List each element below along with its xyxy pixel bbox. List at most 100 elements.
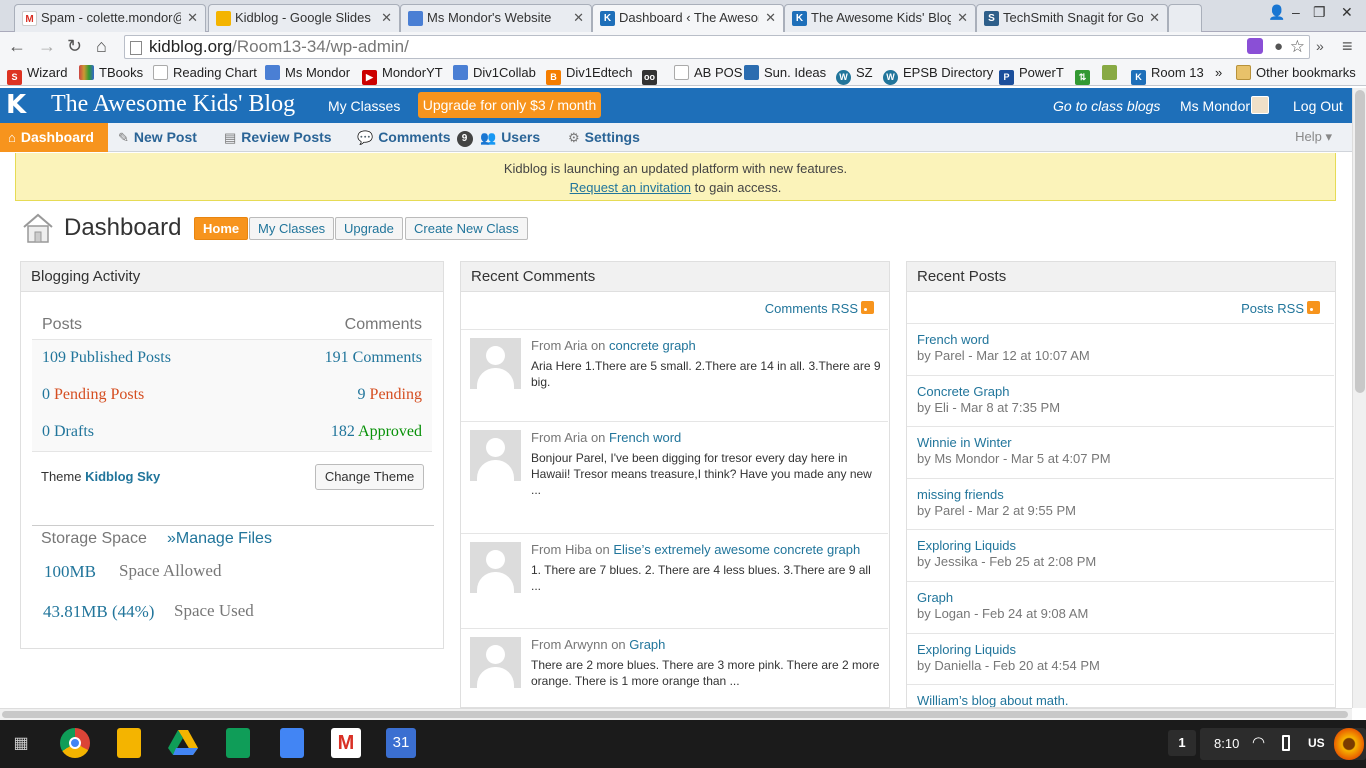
app-launcher-icon[interactable]: ▦ bbox=[10, 734, 32, 754]
nav-dashboard[interactable]: ⌂ Dashboard bbox=[0, 123, 108, 152]
slides-icon[interactable] bbox=[117, 728, 141, 758]
back-icon[interactable]: ← bbox=[8, 36, 26, 56]
address-bar[interactable]: kidblog.org/Room13-34/wp-admin/ ● ☆ bbox=[124, 35, 1310, 59]
upgrade-link-button[interactable]: Upgrade bbox=[335, 217, 403, 240]
tab-kids-blog[interactable]: K The Awesome Kids' Blog ✕ bbox=[784, 4, 976, 32]
post-title-link[interactable]: Graph bbox=[917, 590, 1324, 606]
bookmark-ms-mondor[interactable]: Ms Mondor bbox=[265, 65, 350, 81]
comment-post-link[interactable]: Graph bbox=[629, 637, 665, 652]
post-title-link[interactable]: Exploring Liquids bbox=[917, 538, 1324, 554]
kidblog-logo-icon[interactable]: K bbox=[6, 92, 30, 118]
pending-posts-link[interactable]: 0 Pending Posts bbox=[42, 386, 144, 403]
menu-icon[interactable]: ≡ bbox=[1342, 36, 1353, 56]
bookmark-reading-chart[interactable]: Reading Chart bbox=[153, 65, 257, 81]
gmail-icon[interactable]: M bbox=[331, 728, 361, 758]
docs-icon[interactable] bbox=[280, 728, 304, 758]
close-tab-icon[interactable]: ✕ bbox=[573, 5, 584, 31]
home-button[interactable]: Home bbox=[194, 217, 249, 240]
bookmark-updown[interactable]: ⇅ bbox=[1075, 65, 1095, 85]
bookmark-div1collab[interactable]: Div1Collab bbox=[453, 65, 536, 81]
nav-users[interactable]: 👥 Users bbox=[480, 123, 540, 152]
nav-settings[interactable]: ⚙ Settings bbox=[568, 123, 640, 152]
calendar-icon[interactable]: 31 bbox=[386, 728, 416, 758]
drafts-link[interactable]: 0 Drafts bbox=[42, 423, 94, 440]
logout-link[interactable]: Log Out bbox=[1293, 98, 1343, 114]
upgrade-button[interactable]: Upgrade for only $3 / month bbox=[418, 92, 601, 118]
bookmark-div1edtech[interactable]: B Div1Edtech bbox=[546, 65, 632, 85]
create-new-class-button[interactable]: Create New Class bbox=[405, 217, 528, 240]
help-dropdown[interactable]: Help ▾ bbox=[1295, 129, 1332, 145]
bookmark-room13[interactable]: K Room 13 bbox=[1131, 65, 1204, 85]
tab-google-slides[interactable]: Kidblog - Google Slides ✕ bbox=[208, 4, 400, 32]
extension-icon[interactable] bbox=[1247, 38, 1263, 54]
forward-icon[interactable]: → bbox=[38, 36, 56, 56]
minimize-icon[interactable]: – bbox=[1292, 4, 1300, 20]
go-to-class-blogs-link[interactable]: Go to class blogs bbox=[1053, 98, 1160, 114]
lightbulb-icon[interactable]: ● bbox=[1274, 36, 1283, 58]
new-tab-button[interactable] bbox=[1168, 4, 1202, 32]
scrollbar-thumb[interactable] bbox=[2, 711, 1348, 718]
bookmark-eyes[interactable]: oo bbox=[642, 65, 662, 85]
drive-icon[interactable] bbox=[168, 728, 198, 758]
reload-icon[interactable]: ↻ bbox=[67, 36, 82, 56]
bookmark-epsb[interactable]: W EPSB Directory bbox=[883, 65, 993, 85]
home-icon[interactable]: ⌂ bbox=[96, 36, 107, 56]
chrome-icon[interactable] bbox=[60, 728, 90, 758]
extensions-overflow-icon[interactable]: » bbox=[1316, 36, 1324, 56]
user-icon[interactable]: 👤 bbox=[1268, 4, 1285, 21]
close-tab-icon[interactable]: ✕ bbox=[765, 5, 776, 31]
bookmarks-overflow-button[interactable]: » bbox=[1215, 65, 1222, 81]
comment-post-link[interactable]: concrete graph bbox=[609, 338, 696, 353]
avatar[interactable] bbox=[1251, 96, 1269, 114]
bookmark-sun-ideas[interactable]: Sun. Ideas bbox=[744, 65, 826, 81]
comments-rss-link[interactable]: Comments RSS bbox=[765, 301, 874, 316]
restore-icon[interactable]: ❐ bbox=[1313, 4, 1326, 21]
post-title-link[interactable]: Concrete Graph bbox=[917, 384, 1324, 400]
nav-comments[interactable]: 💬 Comments 9 bbox=[357, 123, 473, 152]
my-classes-button[interactable]: My Classes bbox=[249, 217, 335, 240]
theme-name-link[interactable]: Kidblog Sky bbox=[85, 469, 160, 484]
close-tab-icon[interactable]: ✕ bbox=[381, 5, 392, 31]
bookmark-star-icon[interactable]: ☆ bbox=[1290, 36, 1305, 58]
close-tab-icon[interactable]: ✕ bbox=[187, 5, 198, 31]
blog-title[interactable]: The Awesome Kids' Blog bbox=[51, 91, 295, 118]
comment-post-link[interactable]: French word bbox=[609, 430, 681, 445]
posts-rss-link[interactable]: Posts RSS bbox=[1241, 301, 1320, 316]
change-theme-button[interactable]: Change Theme bbox=[315, 464, 424, 490]
bookmark-wizard[interactable]: S Wizard bbox=[7, 65, 67, 85]
pending-comments-link[interactable]: 9 Pending bbox=[358, 377, 422, 413]
tab-gmail-spam[interactable]: M Spam - colette.mondor@ ✕ bbox=[14, 4, 206, 32]
nav-review-posts[interactable]: ▤ Review Posts bbox=[224, 123, 332, 152]
request-invitation-link[interactable]: Request an invitation bbox=[570, 180, 691, 195]
comments-link[interactable]: 191 Comments bbox=[325, 340, 422, 376]
post-title-link[interactable]: Winnie in Winter bbox=[917, 435, 1324, 451]
bookmark-powert[interactable]: P PowerT bbox=[999, 65, 1064, 85]
notification-count[interactable]: 1 bbox=[1168, 730, 1196, 756]
status-area[interactable]: 8:10 ◠ US bbox=[1200, 728, 1366, 760]
nav-new-post[interactable]: ✎ New Post bbox=[118, 123, 197, 152]
sheets-icon[interactable] bbox=[226, 728, 250, 758]
comment-post-link[interactable]: Elise’s extremely awesome concrete graph bbox=[613, 542, 860, 557]
bookmark-sz[interactable]: W SZ bbox=[836, 65, 873, 85]
bookmark-ab-pos[interactable]: AB POS bbox=[674, 65, 742, 81]
scrollbar-thumb[interactable] bbox=[1355, 90, 1365, 393]
bookmark-contact[interactable] bbox=[1102, 65, 1122, 81]
user-name-link[interactable]: Ms Mondor bbox=[1180, 98, 1250, 114]
close-window-icon[interactable]: ✕ bbox=[1341, 4, 1353, 21]
published-posts-link[interactable]: 109 Published Posts bbox=[42, 349, 171, 366]
vertical-scrollbar[interactable] bbox=[1352, 88, 1366, 708]
manage-files-link[interactable]: »Manage Files bbox=[167, 530, 272, 548]
post-title-link[interactable]: Exploring Liquids bbox=[917, 642, 1324, 658]
post-title-link[interactable]: William’s blog about math. bbox=[917, 693, 1324, 707]
tab-website[interactable]: Ms Mondor's Website ✕ bbox=[400, 4, 592, 32]
close-tab-icon[interactable]: ✕ bbox=[957, 5, 968, 31]
approved-comments-link[interactable]: 182 Approved bbox=[331, 414, 422, 450]
other-bookmarks[interactable]: Other bookmarks bbox=[1236, 65, 1356, 81]
tab-dashboard[interactable]: K Dashboard ‹ The Awesom ✕ bbox=[592, 4, 784, 32]
close-tab-icon[interactable]: ✕ bbox=[1149, 5, 1160, 31]
my-classes-link[interactable]: My Classes bbox=[328, 98, 400, 114]
tab-snagit[interactable]: S TechSmith Snagit for Go ✕ bbox=[976, 4, 1168, 32]
post-title-link[interactable]: missing friends bbox=[917, 487, 1324, 503]
post-title-link[interactable]: French word bbox=[917, 332, 1324, 348]
horizontal-scrollbar[interactable] bbox=[0, 708, 1352, 720]
